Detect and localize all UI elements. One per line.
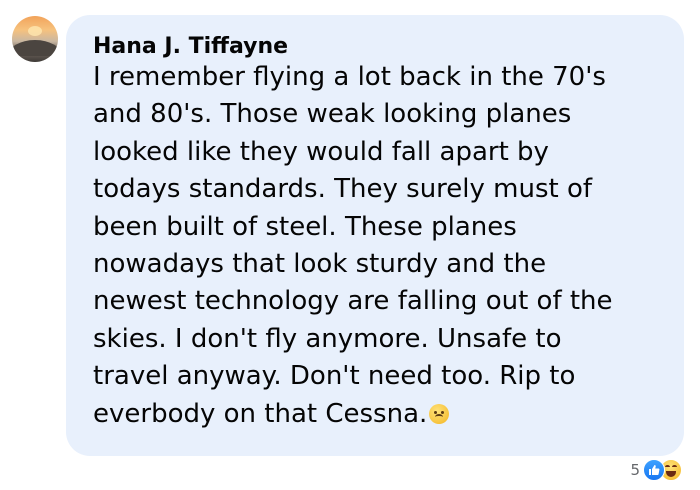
comment-line: todays standards. They surely must of [93,174,593,205]
comment-last-line: everbody on that Cessna. [93,396,673,433]
comment-line: looked like they would fall apart by [93,136,549,167]
comment-line: been built of steel. These planes [93,211,517,242]
comment-line: newest technology are falling out of the [93,286,613,317]
comment-text: I remember flying a lot back in the 70's… [93,59,673,433]
comment-line: and 80's. Those weak looking planes [93,99,572,130]
comment-line: travel anyway. Don't need too. Rip to [93,361,576,392]
comment-author[interactable]: Hana J. Tiffayne [93,33,288,61]
reaction-summary[interactable]: 5 [630,459,682,481]
avatar-sun-shape [28,26,42,36]
comment-line: nowadays that look sturdy and the [93,249,547,280]
avatar[interactable] [12,16,58,62]
like-icon [643,459,665,481]
comment-line: skies. I don't fly anymore. Unsafe to [93,323,562,354]
sad-face-emoji-icon [429,403,450,424]
comment-line-text: everbody on that Cessna. [93,398,428,429]
reaction-count: 5 [630,461,640,479]
avatar-mountain-shape [12,40,58,56]
comment-line: I remember flying a lot back in the 70's [93,62,606,92]
